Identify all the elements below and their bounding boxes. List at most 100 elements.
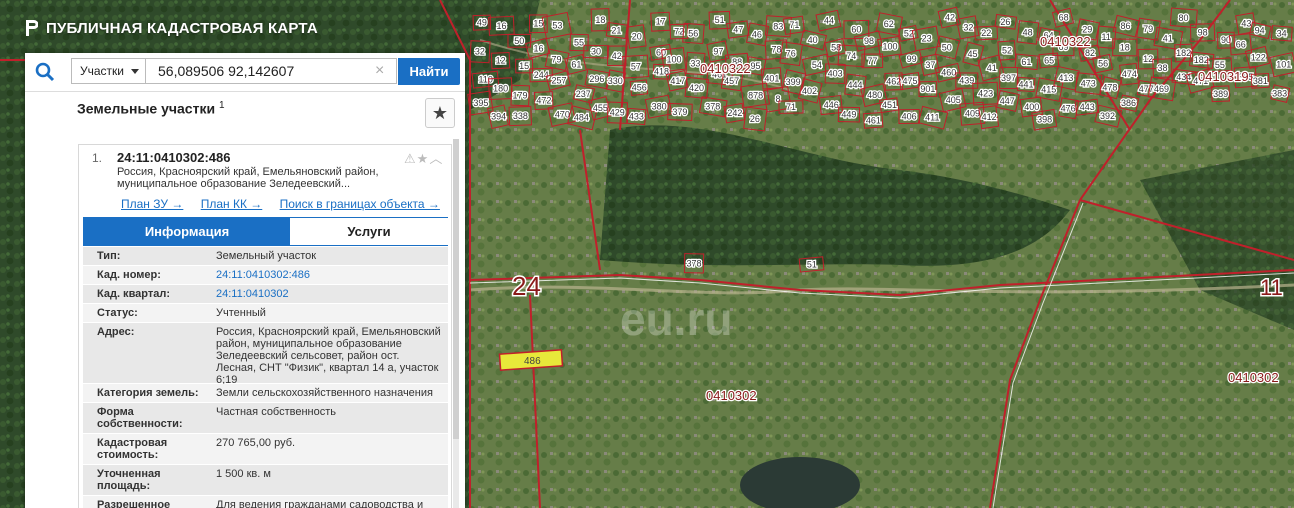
parcel-number: 94 bbox=[1255, 25, 1265, 35]
parcel-number: 398 bbox=[1037, 115, 1052, 125]
search-in-bounds-link[interactable]: Поиск в границах объекта → bbox=[280, 197, 440, 211]
parcel-number: 26 bbox=[1000, 17, 1010, 27]
parcel[interactable]: 406 bbox=[898, 108, 920, 125]
property-row: Кад. номер: 24:11:0410302:486 bbox=[83, 266, 448, 285]
star-icon[interactable]: ★ bbox=[417, 151, 430, 166]
search-bar: Участки 56,089506 92,142607 × Найти bbox=[25, 53, 465, 92]
property-value[interactable]: 24:11:0410302 bbox=[216, 288, 441, 300]
parcel-number: 182 bbox=[1176, 48, 1191, 58]
parcel-number: 99 bbox=[907, 54, 917, 64]
parcel-number: 477 bbox=[1139, 84, 1154, 94]
parcel-number: 77 bbox=[867, 56, 877, 66]
result-card[interactable]: 1. 24:11:0410302:486 ⚠★︿ Россия, Красноя… bbox=[78, 144, 452, 508]
svg-text:0410302: 0410302 bbox=[706, 388, 757, 403]
parcel-number: 43 bbox=[1241, 19, 1251, 29]
parcel-number: 381 bbox=[1253, 76, 1268, 86]
property-row: Кадастровая стоимость: 270 765,00 руб. bbox=[83, 434, 448, 465]
parcel-number: 441 bbox=[1018, 79, 1033, 89]
parcel-number: 451 bbox=[882, 100, 897, 110]
plan-kk-link[interactable]: План КК → bbox=[201, 197, 263, 211]
parcel-number: 439 bbox=[959, 76, 974, 86]
search-type-select[interactable]: Участки bbox=[71, 58, 145, 84]
parcel-number: 71 bbox=[786, 102, 796, 112]
parcel-number: 379 bbox=[672, 107, 687, 117]
property-value[interactable]: 24:11:0410302:486 bbox=[216, 269, 441, 281]
parcel-number: 395 bbox=[473, 98, 488, 108]
parcel-number: 86 bbox=[1120, 21, 1130, 31]
find-button[interactable]: Найти bbox=[398, 58, 460, 85]
chevron-up-icon[interactable]: ︿ bbox=[429, 151, 443, 166]
parcel-number: 470 bbox=[555, 110, 570, 120]
parcel-number: 68 bbox=[1059, 13, 1069, 23]
parcel-number: 72 bbox=[674, 27, 684, 37]
district-label: 11 bbox=[1260, 275, 1283, 300]
parcel-number: 100 bbox=[882, 42, 897, 52]
parcel-number: 51 bbox=[807, 259, 817, 269]
parcel-number: 65 bbox=[1044, 55, 1054, 65]
parcel-number: 50 bbox=[514, 36, 524, 46]
property-value: 1 500 кв. м bbox=[216, 468, 271, 480]
parcel-number: 429 bbox=[610, 108, 625, 118]
district-label: 24 bbox=[512, 271, 541, 301]
parcel-number: 455 bbox=[593, 103, 608, 113]
property-value: Частная собственность bbox=[216, 406, 337, 418]
parcel-number: 16 bbox=[497, 21, 507, 31]
parcel-number: 378 bbox=[705, 102, 720, 112]
parcel-number: 480 bbox=[867, 90, 882, 100]
parcel-number: 406 bbox=[902, 112, 917, 122]
parcel-number: 79 bbox=[551, 55, 561, 65]
property-key: Статус: bbox=[97, 307, 138, 319]
parcel-number: 11 bbox=[1102, 32, 1111, 42]
scrollbar-thumb[interactable] bbox=[453, 139, 459, 439]
parcel-number: 98 bbox=[864, 36, 874, 46]
parcel-number: 52 bbox=[1002, 45, 1012, 55]
property-row: Уточненная площадь: 1 500 кв. м bbox=[83, 465, 448, 496]
rosreestr-logo-icon bbox=[26, 20, 38, 36]
parcel-number: 338 bbox=[513, 111, 528, 121]
scrollbar[interactable] bbox=[453, 139, 459, 508]
app-title[interactable]: ПУБЛИЧНАЯ КАДАСТРОВАЯ КАРТА bbox=[24, 16, 318, 40]
parcel-number: 58 bbox=[831, 43, 841, 53]
parcel-number: 474 bbox=[1122, 69, 1137, 79]
parcel-number: 79 bbox=[1143, 24, 1153, 34]
result-links: План ЗУ → План КК → Поиск в границах объ… bbox=[121, 197, 454, 211]
property-row: Категория земель: Земли сельскохозяйствен… bbox=[83, 384, 448, 403]
plan-zu-link[interactable]: План ЗУ → bbox=[121, 197, 183, 211]
parcel-number: 397 bbox=[1001, 73, 1016, 83]
property-value: Земельный участок bbox=[216, 250, 317, 262]
parcel-number: 33 bbox=[690, 59, 700, 69]
parcel-number: 48 bbox=[1023, 27, 1033, 37]
parcel-number: 51 bbox=[715, 15, 725, 25]
parcel-number: 878 bbox=[748, 90, 763, 100]
parcel-number: 444 bbox=[848, 80, 863, 90]
parcel-number: 296 bbox=[589, 74, 604, 84]
parcel-number: 47 bbox=[733, 25, 743, 35]
parcel-number: 38 bbox=[1158, 63, 1168, 73]
parcel-number: 46 bbox=[752, 29, 762, 39]
parcel-number: 257 bbox=[552, 76, 567, 86]
search-icon[interactable] bbox=[35, 62, 55, 82]
parcel-number: 41 bbox=[1163, 33, 1173, 43]
result-tabs: Информация Услуги bbox=[83, 217, 448, 246]
parcel-number: 401 bbox=[764, 73, 779, 83]
result-code[interactable]: 24:11:0410302:486 bbox=[117, 150, 231, 165]
parcel-number: 402 bbox=[802, 86, 817, 96]
property-key: Разрешенное использование: bbox=[97, 499, 171, 508]
parcel-number: 469 bbox=[1154, 84, 1169, 94]
parcel-number: 378 bbox=[686, 258, 701, 268]
parcel-number: 443 bbox=[1080, 102, 1095, 112]
parcel-number: 50 bbox=[942, 42, 952, 52]
parcel-number: 16 bbox=[533, 43, 543, 53]
parcel-number: 110 bbox=[479, 75, 493, 85]
tab-info[interactable]: Информация bbox=[84, 218, 290, 245]
tab-services[interactable]: Услуги bbox=[290, 218, 448, 245]
app-title-text: ПУБЛИЧНАЯ КАДАСТРОВАЯ КАРТА bbox=[46, 19, 318, 37]
parcel-number: 446 bbox=[824, 100, 839, 110]
property-value: 270 765,00 руб. bbox=[216, 437, 296, 449]
property-row: Разрешенное использование: Для ведения гр… bbox=[83, 496, 448, 508]
parcel-number: 460 bbox=[941, 68, 956, 78]
clear-icon[interactable]: × bbox=[375, 59, 384, 83]
warning-icon[interactable]: ⚠ bbox=[404, 151, 417, 166]
search-input[interactable]: 56,089506 92,142607 bbox=[145, 58, 397, 84]
favorites-button[interactable]: ★ bbox=[425, 98, 455, 128]
